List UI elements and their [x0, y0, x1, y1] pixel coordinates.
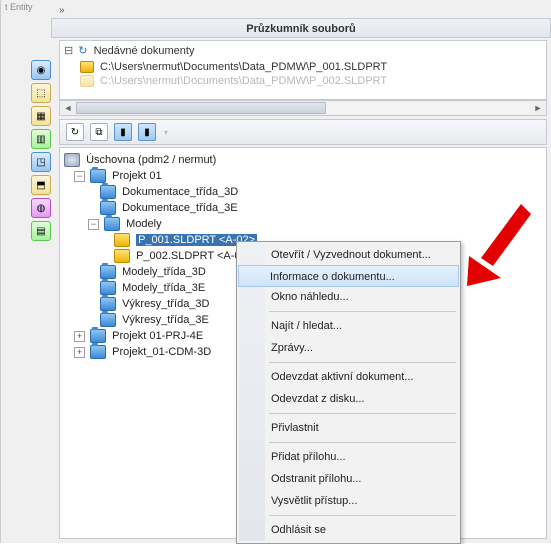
part-icon [80, 75, 94, 87]
toolbar-btn-3[interactable]: ▮ [114, 123, 132, 141]
part-icon [80, 61, 94, 73]
tree-label: Projekt 01 [112, 170, 162, 182]
tree-label: Modely [126, 218, 161, 230]
menu-add-attachment[interactable]: Přidat přílohu... [239, 446, 458, 468]
tree-label: Výkresy_třída_3D [122, 298, 209, 310]
tree-label: Úschovna (pdm2 / nermut) [86, 154, 216, 166]
tree-label: Projekt 01-PRJ-4E [112, 330, 203, 342]
recent-item[interactable]: C:\Users\nermut\Documents\Data_PDMW\P_00… [60, 60, 546, 74]
tree-label: Projekt_01-CDM-3D [112, 346, 211, 358]
menu-take-ownership[interactable]: Přivlastnit [239, 417, 458, 439]
menu-checkin-active[interactable]: Odevzdat aktivní dokument... [239, 366, 458, 388]
tree-label: Modely_třída_3E [122, 282, 205, 294]
folder-icon [100, 313, 116, 327]
folder-icon [100, 265, 116, 279]
recent-icon: ↻ [78, 45, 87, 57]
menu-open-checkout[interactable]: Otevřít / Vyzvednout dokument... [239, 244, 458, 266]
folder-icon [100, 281, 116, 295]
tree-label: Modely_třída_3D [122, 266, 206, 278]
folder-icon [100, 297, 116, 311]
tree-label: Výkresy_třída_3E [122, 314, 209, 326]
menu-checkin-disk[interactable]: Odevzdat z disku... [239, 388, 458, 410]
scroll-left-icon[interactable]: ◄ [60, 103, 76, 113]
scroll-thumb[interactable] [76, 102, 326, 114]
expand-icon[interactable]: + [74, 347, 85, 358]
toolbar-dropdown-icon[interactable]: ▾ [164, 128, 168, 137]
truncated-label: t Entity [1, 0, 37, 14]
folder-icon [90, 345, 106, 359]
folder-icon [104, 217, 120, 231]
recent-title: Nedávné dokumenty [94, 45, 195, 57]
recent-item-label: C:\Users\nermut\Documents\Data_PDMW\P_00… [100, 75, 387, 87]
tree-folder-modely[interactable]: − Modely [62, 216, 544, 232]
menu-document-info[interactable]: Informace o dokumentu... [238, 265, 459, 287]
side-icon-5[interactable]: ◳ [31, 152, 51, 172]
menu-reports[interactable]: Zprávy... [239, 337, 458, 359]
folder-icon [90, 329, 106, 343]
menu-divider [269, 311, 456, 312]
part-icon [114, 249, 130, 263]
chevron-expand-icon[interactable]: » [59, 5, 64, 16]
folder-icon [100, 185, 116, 199]
tree-folder[interactable]: Dokumentace_třída_3D [62, 184, 544, 200]
recent-item[interactable]: C:\Users\nermut\Documents\Data_PDMW\P_00… [60, 74, 546, 88]
recent-documents-panel: ⊟ ↻ Nedávné dokumenty C:\Users\nermut\Do… [59, 40, 547, 100]
menu-remove-attachment[interactable]: Odstranit přílohu... [239, 468, 458, 490]
side-icon-3[interactable]: ▦ [31, 106, 51, 126]
tree-toolbar: ↻ ⧉ ▮ ▮ ▾ [59, 119, 547, 145]
toolbar-btn-2[interactable]: ⧉ [90, 123, 108, 141]
folder-icon [90, 169, 106, 183]
toolbar-btn-1[interactable]: ↻ [66, 123, 84, 141]
menu-divider [269, 362, 456, 363]
tree-folder[interactable]: Dokumentace_třída_3E [62, 200, 544, 216]
recent-header[interactable]: ⊟ ↻ Nedávné dokumenty [60, 41, 546, 60]
side-icon-6[interactable]: ⬒ [31, 175, 51, 195]
side-icon-1[interactable]: ◉ [31, 60, 51, 80]
tree-vault-root[interactable]: Úschovna (pdm2 / nermut) [62, 152, 544, 168]
vault-icon [64, 153, 80, 167]
side-icon-4[interactable]: ▥ [31, 129, 51, 149]
horizontal-scrollbar[interactable]: ◄ ► [59, 100, 547, 116]
expand-icon[interactable]: + [74, 331, 85, 342]
toolbar-btn-4[interactable]: ▮ [138, 123, 156, 141]
side-toolbar: ◉ ⬚ ▦ ▥ ◳ ⬒ ◍ ▤ [31, 60, 53, 241]
menu-preview-window[interactable]: Okno náhledu... [239, 286, 458, 308]
tree-label: Dokumentace_třída_3E [122, 202, 238, 214]
part-icon [114, 233, 130, 247]
side-icon-8[interactable]: ▤ [31, 221, 51, 241]
menu-divider [269, 413, 456, 414]
collapse-icon[interactable]: − [88, 219, 99, 230]
panel-title: Průzkumník souborů [51, 18, 551, 38]
collapse-icon[interactable]: ⊟ [64, 45, 73, 57]
side-icon-7[interactable]: ◍ [31, 198, 51, 218]
context-menu: Otevřít / Vyzvednout dokument... Informa… [236, 241, 461, 544]
menu-logout[interactable]: Odhlásit se [239, 519, 458, 541]
menu-explain-access[interactable]: Vysvětlit přístup... [239, 490, 458, 512]
menu-find[interactable]: Najít / hledat... [239, 315, 458, 337]
scroll-track[interactable] [76, 102, 530, 114]
tree-folder-projekt01[interactable]: − Projekt 01 [62, 168, 544, 184]
recent-item-label: C:\Users\nermut\Documents\Data_PDMW\P_00… [100, 61, 387, 73]
scroll-right-icon[interactable]: ► [530, 103, 546, 113]
collapse-icon[interactable]: − [74, 171, 85, 182]
menu-divider [269, 515, 456, 516]
folder-icon [100, 201, 116, 215]
side-icon-2[interactable]: ⬚ [31, 83, 51, 103]
menu-divider [269, 442, 456, 443]
tree-label: Dokumentace_třída_3D [122, 186, 238, 198]
